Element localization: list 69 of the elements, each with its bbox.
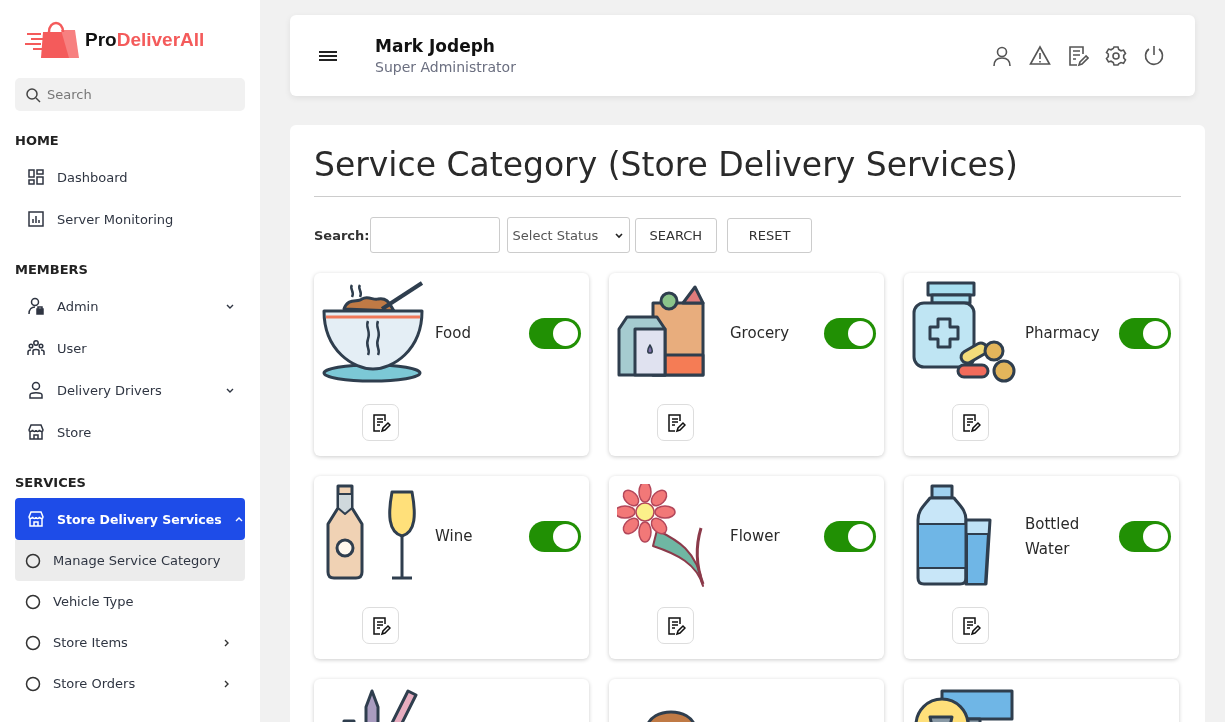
chevron-icon (613, 230, 624, 240)
shop-icon (27, 510, 45, 528)
section-heading: MEMBERS (15, 262, 89, 277)
nav-subitem[interactable]: Vehicle Type (15, 581, 245, 622)
user-name: Mark Jodeph (375, 36, 496, 56)
nav-item[interactable]: Store (15, 411, 245, 453)
nav-subitem[interactable]: Store Orders (15, 663, 245, 704)
circle-icon (25, 552, 41, 569)
power-icon[interactable] (1143, 44, 1165, 67)
status-toggle[interactable] (529, 318, 581, 349)
nav-item[interactable]: Server Monitoring (15, 198, 245, 240)
brand-name: ProDeliverAll (85, 29, 205, 51)
section-heading: HOME (15, 133, 60, 148)
status-toggle[interactable] (824, 521, 876, 552)
edit-note-icon (370, 412, 391, 433)
circle-icon (25, 634, 41, 651)
warning-icon[interactable] (1029, 44, 1051, 67)
user-icon[interactable] (991, 44, 1013, 67)
shopping-bag-logo-icon (25, 20, 81, 60)
edit-button[interactable] (657, 607, 694, 644)
nav-item[interactable]: User (15, 327, 245, 369)
shop-icon (27, 423, 45, 441)
edit-button[interactable] (362, 607, 399, 644)
nav-item[interactable]: Admin (15, 285, 245, 327)
search-button[interactable]: SEARCH (634, 217, 718, 253)
person-icon (27, 381, 45, 399)
edit-note-icon (960, 615, 981, 636)
category-name: Grocery (730, 323, 791, 344)
section-heading: SERVICES (15, 475, 87, 490)
nav-item[interactable]: Delivery Drivers (15, 369, 245, 411)
settings-icon[interactable] (1105, 44, 1127, 67)
edit-note-icon (665, 412, 686, 433)
edit-button[interactable] (657, 404, 694, 441)
edit-button[interactable] (362, 404, 399, 441)
circle-icon (25, 593, 41, 610)
nav-item[interactable]: Store Delivery Services (15, 498, 245, 540)
nav-subitem[interactable]: Store Items (15, 622, 245, 663)
edit-note-icon (960, 412, 981, 433)
status-toggle[interactable] (1119, 318, 1171, 349)
edit-button[interactable] (952, 404, 989, 441)
category-name: Bottled Water (1025, 513, 1081, 560)
edit-note-icon (665, 615, 686, 636)
page-title: Service Category (Store Delivery Services) (314, 145, 1181, 197)
nav-item[interactable]: Dashboard (15, 156, 245, 198)
status-select[interactable]: Select Status (506, 217, 630, 253)
status-toggle[interactable] (1119, 521, 1171, 552)
category-name: Pharmacy (1025, 323, 1101, 344)
status-toggle[interactable] (529, 521, 581, 552)
user-role: Super Administrator (375, 59, 517, 75)
search-label: Search: (314, 227, 370, 243)
search-input[interactable] (369, 217, 500, 253)
category-name: Wine (435, 526, 474, 547)
edit-note-icon (370, 615, 391, 636)
nav-subitem[interactable]: Manage Service Category (15, 540, 245, 581)
spice-drawing (645, 710, 697, 722)
circle-icon (25, 675, 41, 692)
edit-button[interactable] (952, 607, 989, 644)
users-icon (27, 339, 45, 357)
search-icon (25, 87, 41, 103)
status-toggle[interactable] (824, 318, 876, 349)
search-field[interactable]: Search (15, 78, 245, 111)
user-lock-icon (27, 297, 45, 315)
category-name: Flower (730, 526, 781, 547)
chart-icon (27, 210, 45, 228)
category-name: Food (435, 323, 472, 344)
reset-button[interactable]: RESET (727, 217, 813, 253)
edit-note-icon[interactable] (1067, 44, 1089, 67)
menu-icon[interactable] (318, 48, 338, 63)
dashboard-icon (27, 168, 45, 186)
